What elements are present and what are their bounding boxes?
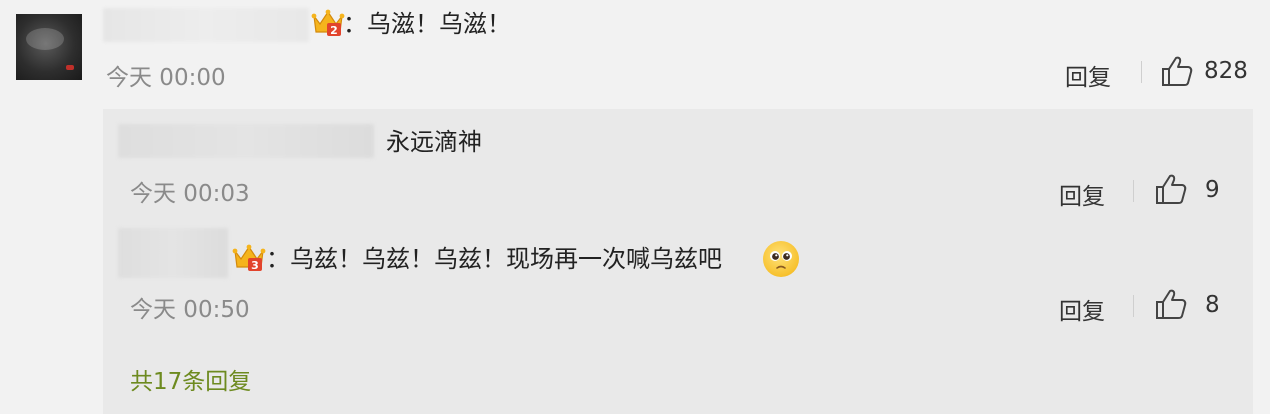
reply-text: 永远滴神 [386, 128, 482, 156]
comment-timestamp: 今天 00:00 [106, 65, 226, 91]
like-count: 8 [1205, 292, 1220, 318]
reply-timestamp: 今天 00:03 [130, 181, 250, 207]
user-avatar[interactable] [16, 14, 82, 80]
avatar-helmet-shape [26, 28, 64, 50]
thumbs-up-icon[interactable] [1154, 287, 1188, 321]
reply-button[interactable]: 回复 [1065, 58, 1111, 92]
avatar-detail [66, 65, 74, 70]
crown-level-2-icon: 2 [311, 9, 345, 37]
reply-button[interactable]: 回复 [1059, 177, 1105, 211]
view-more-replies-link[interactable]: 共17条回复 [130, 362, 251, 396]
username-blurred[interactable] [103, 8, 309, 42]
thumbs-up-icon[interactable] [1160, 54, 1194, 88]
reply-text: ：乌兹！乌兹！乌兹！现场再一次喊乌兹吧 [266, 245, 722, 273]
comment-text: ：乌滋！乌滋！ [343, 10, 511, 38]
crown-level-3-icon: 3 [232, 244, 266, 272]
action-divider [1133, 180, 1134, 202]
reply-username-blurred[interactable] [118, 228, 228, 278]
action-divider [1133, 295, 1134, 317]
reply-button[interactable]: 回复 [1059, 292, 1105, 326]
svg-text:3: 3 [251, 259, 259, 272]
action-divider [1141, 61, 1142, 83]
reply-username-blurred[interactable] [118, 124, 374, 158]
like-count: 828 [1204, 58, 1248, 84]
svg-text:2: 2 [330, 24, 338, 37]
pleading-face-icon [763, 241, 799, 277]
reply-timestamp: 今天 00:50 [130, 297, 250, 323]
like-count: 9 [1205, 177, 1220, 203]
thumbs-up-icon[interactable] [1154, 172, 1188, 206]
